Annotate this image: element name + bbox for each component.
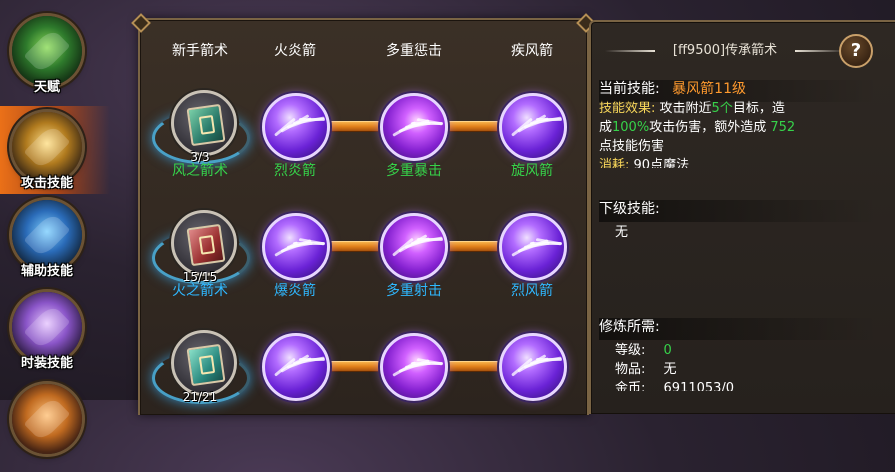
- skill-effect-count: 5个: [711, 101, 733, 116]
- skill-orb-multi-shot[interactable]: [380, 333, 448, 401]
- nav-item-fashion-skills[interactable]: 时装技能: [6, 290, 88, 380]
- next-skill-section: 下级技能: 无: [599, 200, 879, 242]
- skill-orb-fierce-wind-arrow[interactable]: [499, 333, 567, 401]
- training-item-value: 无: [663, 362, 677, 377]
- skill-tree-row: 火之箭术 爆炎箭 多重射击 烈风箭 21/21: [140, 280, 587, 404]
- skill-name: 疾风箭: [511, 43, 553, 59]
- arrow-streak-icon: [536, 118, 562, 121]
- skill-name: 多重暴击: [386, 163, 442, 179]
- skill-book-icon: [171, 330, 237, 396]
- current-skill-value: 暴风箭11级: [672, 81, 746, 97]
- base-skill-name: 新手箭术: [172, 43, 228, 59]
- skill-orb-blaze-arrow[interactable]: [262, 213, 330, 281]
- current-skill-label: 当前技能:: [599, 81, 660, 97]
- base-skill-slot[interactable]: 21/21: [152, 330, 250, 418]
- nav-item-attack-skills[interactable]: 攻击技能: [0, 106, 110, 200]
- nav-item-label: 攻击技能: [20, 176, 73, 191]
- skill-effect-extra: 752: [770, 120, 796, 135]
- skill-effect-text: 点技能伤害: [599, 139, 665, 154]
- skill-orb-gale-arrow[interactable]: [499, 93, 567, 161]
- skill-level-count: 21/21: [182, 390, 218, 404]
- skill-effect-text: 成: [599, 120, 613, 135]
- skill-effect-text: 攻击附近: [659, 101, 712, 116]
- cost-value: 90点魔法: [633, 158, 690, 168]
- skill-effect-label: 技能效果:: [599, 101, 656, 116]
- skill-connector: [440, 361, 498, 372]
- nav-item-label: 时装技能: [20, 356, 73, 371]
- skill-name: 烈风箭: [511, 283, 553, 299]
- base-skill-name: 风之箭术: [172, 163, 228, 179]
- skill-tree-row: 风之箭术 烈炎箭 多重暴击 旋风箭 15/15: [140, 160, 587, 284]
- training-item-label: 物品:: [615, 362, 646, 377]
- cost-label: 消耗:: [599, 158, 630, 168]
- skill-name: 火炎箭: [274, 43, 316, 59]
- nav-item-label: 辅助技能: [20, 264, 73, 279]
- nav-item-more[interactable]: [6, 382, 88, 472]
- skill-tree-panel: 新手箭术 火炎箭 多重惩击 疾风箭 3/3 风之箭术 烈炎箭 多重暴击 旋风箭 …: [138, 18, 589, 415]
- skill-effect-percent: 100%: [612, 120, 650, 135]
- skill-info-panel: [ff9500]传承箭术 ? 当前技能: 暴风箭11级 技能效果: 攻击附近5个…: [589, 20, 895, 414]
- arrow-streak-icon: [536, 358, 562, 361]
- skill-name: 多重射击: [386, 283, 442, 299]
- training-gold-label: 金币:: [615, 381, 646, 391]
- skill-book-icon: [171, 90, 237, 156]
- help-icon: ?: [850, 40, 862, 61]
- next-skill-value: 无: [615, 225, 629, 240]
- training-level-value: 0: [663, 343, 672, 358]
- skill-tree-row: 新手箭术 火炎箭 多重惩击 疾风箭 3/3: [140, 40, 587, 164]
- skill-orb-explosive-arrow[interactable]: [262, 333, 330, 401]
- skill-connector: [440, 121, 498, 132]
- more-emblem-icon: [12, 384, 82, 454]
- skill-orb-fire-arrow[interactable]: [262, 93, 330, 161]
- skill-category-nav: 天赋 攻击技能 辅助技能 时装技能: [0, 0, 110, 454]
- skill-name: 烈炎箭: [274, 163, 316, 179]
- skill-book-icon: [171, 210, 237, 276]
- skill-orb-multi-crit[interactable]: [380, 213, 448, 281]
- info-panel-title: [ff9500]传承箭术: [605, 40, 845, 62]
- skill-name: 多重惩击: [386, 43, 442, 59]
- skill-effect-text: 目标，造: [732, 101, 785, 116]
- training-label: 修炼所需:: [599, 319, 660, 335]
- nav-item-label: 天赋: [33, 80, 60, 95]
- training-level-label: 等级:: [615, 343, 646, 358]
- current-skill-section: 当前技能: 暴风箭11级 技能效果: 攻击附近5个目标，造 成100%攻击伤害，…: [599, 80, 879, 168]
- skill-name: 旋风箭: [511, 163, 553, 179]
- skill-connector: [440, 241, 498, 252]
- training-section: 修炼所需: 等级: 0 物品: 无 金币: 6911053/0: [599, 318, 879, 391]
- arrow-streak-icon: [299, 118, 325, 121]
- base-skill-name: 火之箭术: [172, 283, 228, 299]
- arrow-streak-icon: [299, 358, 325, 361]
- skill-name: 爆炎箭: [274, 283, 316, 299]
- skill-orb-multi-strike[interactable]: [380, 93, 448, 161]
- skill-effect-text: 攻击伤害，额外造成: [649, 120, 767, 135]
- training-gold-value: 6911053/0: [663, 381, 735, 391]
- arrow-streak-icon: [417, 238, 443, 241]
- nav-item-support-skills[interactable]: 辅助技能: [6, 198, 88, 288]
- skill-orb-whirlwind-arrow[interactable]: [499, 213, 567, 281]
- nav-item-talent[interactable]: 天赋: [6, 14, 88, 104]
- next-skill-label: 下级技能:: [599, 201, 660, 217]
- help-button[interactable]: ?: [839, 34, 873, 68]
